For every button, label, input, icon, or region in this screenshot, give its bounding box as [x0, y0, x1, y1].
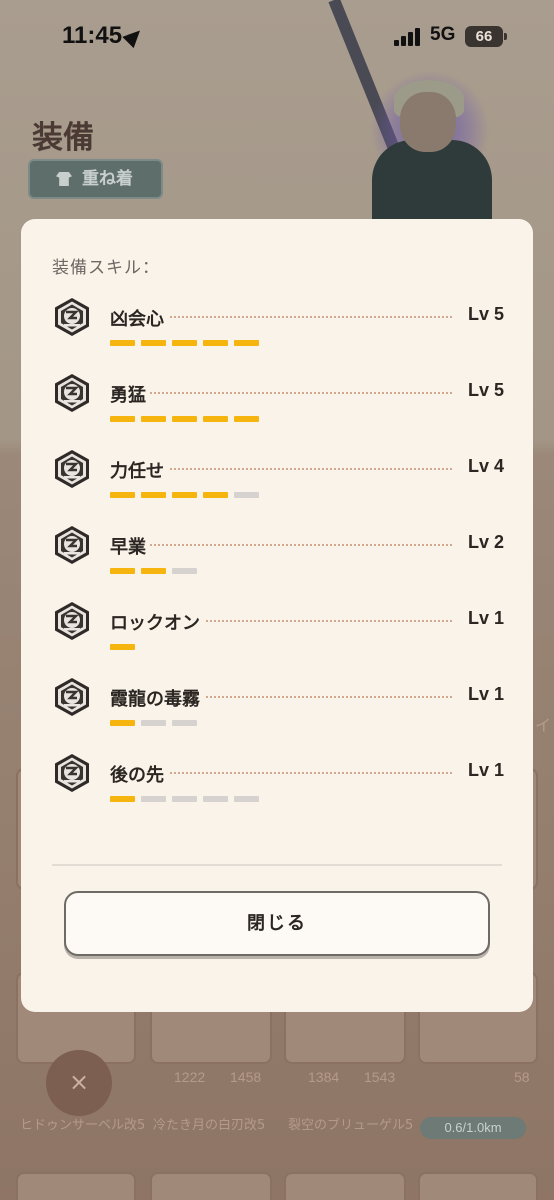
- level-pip-filled: [110, 568, 135, 574]
- skill-level: Lv 2: [461, 532, 504, 553]
- skill-badge-icon: [52, 297, 92, 337]
- location-arrow-icon: [122, 24, 146, 49]
- level-pip-filled: [141, 568, 166, 574]
- weapon-name: ヒドゥンサーベル改5: [20, 1118, 146, 1133]
- skill-badge-icon: [52, 449, 92, 489]
- dotted-leader: [110, 392, 452, 394]
- skill-row: 勇猛 Lv 5: [52, 373, 504, 433]
- level-pip-filled: [203, 416, 228, 422]
- level-pip-filled: [203, 340, 228, 346]
- level-pip-filled: [172, 340, 197, 346]
- skill-level: Lv 1: [461, 684, 504, 705]
- skill-level-bar: [110, 340, 259, 346]
- level-pip-empty: [172, 568, 197, 574]
- skill-row: ロックオン Lv 1: [52, 601, 504, 661]
- level-pip-filled: [141, 492, 166, 498]
- skill-row: 後の先 Lv 1: [52, 753, 504, 813]
- weapon-name: 冷たき月の白刃改5: [153, 1118, 266, 1133]
- skill-level-bar: [110, 568, 197, 574]
- weapon-stat: 1384: [308, 1069, 340, 1085]
- weapon-stat: 1543: [364, 1069, 396, 1085]
- skill-name: 霞龍の毒霧: [110, 685, 204, 711]
- skill-level: Lv 5: [461, 304, 504, 325]
- page-title: 装備: [32, 120, 94, 156]
- skill-level-bar: [110, 492, 259, 498]
- level-pip-filled: [234, 416, 259, 422]
- skill-row: 凶会心 Lv 5: [52, 297, 504, 357]
- level-pip-filled: [172, 492, 197, 498]
- skill-badge-icon: [52, 373, 92, 413]
- level-pip-filled: [141, 340, 166, 346]
- weapon-stat: 58: [514, 1069, 530, 1085]
- level-pip-filled: [110, 416, 135, 422]
- distance-pill: 0.6/1.0km: [420, 1117, 526, 1139]
- skill-name: 凶会心: [110, 305, 168, 331]
- skill-badge-icon: [52, 601, 92, 641]
- skill-row: 力任せ Lv 4: [52, 449, 504, 509]
- skill-badge-icon: [52, 525, 92, 565]
- level-pip-filled: [110, 340, 135, 346]
- skill-name: 力任せ: [110, 457, 168, 483]
- skill-level: Lv 5: [461, 380, 504, 401]
- weapon-stat: 1458: [230, 1069, 262, 1085]
- level-pip-filled: [234, 340, 259, 346]
- skill-row: 早業 Lv 2: [52, 525, 504, 585]
- skill-name: 後の先: [110, 761, 168, 787]
- skill-level-bar: [110, 796, 259, 802]
- skill-level: Lv 4: [461, 456, 504, 477]
- level-pip-filled: [203, 492, 228, 498]
- level-pip-empty: [234, 796, 259, 802]
- weapon-name: 裂空のブリューゲル5: [288, 1118, 414, 1133]
- level-pip-filled: [110, 492, 135, 498]
- level-pip-filled: [110, 796, 135, 802]
- weapon-stat: 1222: [174, 1069, 206, 1085]
- status-time: 11:45: [62, 22, 123, 49]
- skill-name: 早業: [110, 533, 150, 559]
- skill-level-bar: [110, 644, 135, 650]
- skill-name: ロックオン: [110, 609, 204, 635]
- peek-text: イ: [535, 716, 552, 735]
- skill-badge-icon: [52, 677, 92, 717]
- level-pip-empty: [234, 492, 259, 498]
- skill-level-bar: [110, 720, 197, 726]
- level-pip-filled: [141, 416, 166, 422]
- level-pip-empty: [203, 796, 228, 802]
- weapon-card[interactable]: [150, 1172, 272, 1200]
- level-pip-empty: [141, 796, 166, 802]
- level-pip-filled: [110, 720, 135, 726]
- divider: [52, 864, 502, 866]
- modal-title: 装備スキル：: [52, 258, 160, 278]
- level-pip-empty: [172, 796, 197, 802]
- shirt-icon: [56, 172, 72, 186]
- close-icon[interactable]: ×: [46, 1050, 112, 1116]
- skill-badge-icon: [52, 753, 92, 793]
- skill-level: Lv 1: [461, 760, 504, 781]
- level-pip-filled: [110, 644, 135, 650]
- close-button[interactable]: 閉じる: [64, 891, 490, 956]
- skill-level: Lv 1: [461, 608, 504, 629]
- equipment-skills-modal: 装備スキル： 凶会心 Lv 5 勇猛 Lv 5 力任せ Lv 4 早業 Lv 2 ロックオン Lv…: [21, 219, 533, 1012]
- skill-level-bar: [110, 416, 259, 422]
- character-portrait: [300, 0, 530, 240]
- weapon-card[interactable]: [418, 1172, 538, 1200]
- level-pip-filled: [172, 416, 197, 422]
- skill-row: 霞龍の毒霧 Lv 1: [52, 677, 504, 737]
- weapon-card[interactable]: [284, 1172, 406, 1200]
- layered-armor-label: 重ね着: [82, 169, 133, 189]
- weapon-card[interactable]: [16, 1172, 136, 1200]
- layered-armor-button[interactable]: 重ね着: [28, 159, 163, 199]
- level-pip-empty: [141, 720, 166, 726]
- level-pip-empty: [172, 720, 197, 726]
- dotted-leader: [110, 544, 452, 546]
- skill-name: 勇猛: [110, 381, 150, 407]
